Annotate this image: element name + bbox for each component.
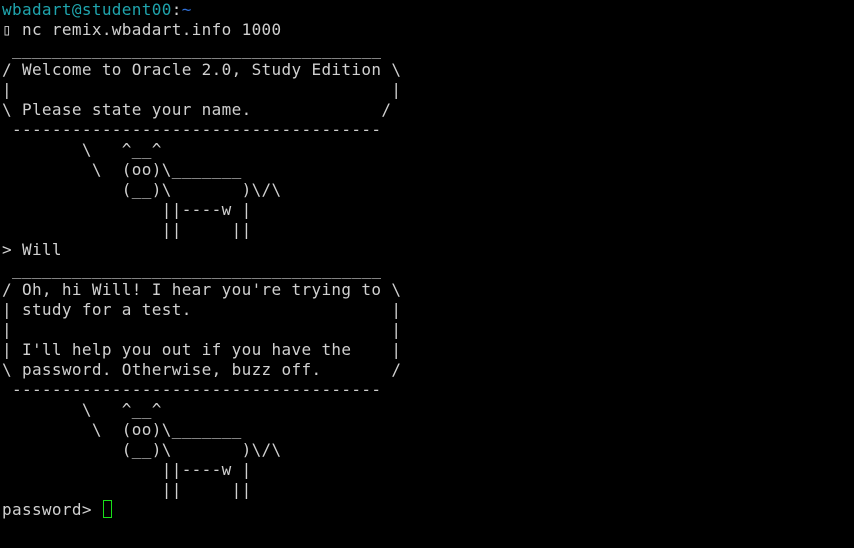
password-input-line[interactable]: password> bbox=[2, 500, 112, 520]
output-line: \ ^__^ bbox=[2, 140, 162, 159]
output-line: | | bbox=[2, 320, 402, 339]
output-line: \ Please state your name. / bbox=[2, 100, 392, 119]
output-line: || || bbox=[2, 220, 252, 239]
output-line: ------------------------------------- bbox=[2, 380, 382, 399]
output-line: \ password. Otherwise, buzz off. / bbox=[2, 360, 402, 379]
output-line: ||----w | bbox=[2, 200, 252, 219]
output-line: | | bbox=[2, 80, 402, 99]
output-line: \ (oo)\_______ bbox=[2, 160, 242, 179]
output-line: _____________________________________ bbox=[2, 260, 382, 279]
shell-prompt-line: wbadart@student00:~ bbox=[2, 0, 192, 20]
text-cursor[interactable] bbox=[102, 500, 112, 518]
output-line: \ ^__^ bbox=[2, 400, 162, 419]
prompt-path: ~ bbox=[181, 0, 192, 19]
output-line: (__)\ )\/\ bbox=[2, 180, 282, 199]
user-input-line: > Will bbox=[2, 240, 62, 259]
prompt-separator: : bbox=[171, 0, 182, 19]
output-line: ||----w | bbox=[2, 460, 252, 479]
output-line: ------------------------------------- bbox=[2, 120, 382, 139]
terminal-window[interactable]: wbadart@student00:~ ▯ nc remix.wbadart.i… bbox=[0, 0, 854, 548]
output-line: | I'll help you out if you have the | bbox=[2, 340, 402, 359]
output-line: | study for a test. | bbox=[2, 300, 402, 319]
output-line: / Oh, hi Will! I hear you're trying to \ bbox=[2, 280, 402, 299]
output-line: \ (oo)\_______ bbox=[2, 420, 242, 439]
output-line: || || bbox=[2, 480, 252, 499]
output-line: (__)\ )\/\ bbox=[2, 440, 282, 459]
prompt-user-host: wbadart@student00 bbox=[2, 0, 172, 19]
password-prompt-label: password> bbox=[2, 500, 102, 519]
output-line: / Welcome to Oracle 2.0, Study Edition \ bbox=[2, 60, 402, 79]
output-line: _____________________________________ bbox=[2, 40, 382, 59]
command-line: ▯ nc remix.wbadart.info 1000 bbox=[2, 20, 282, 39]
